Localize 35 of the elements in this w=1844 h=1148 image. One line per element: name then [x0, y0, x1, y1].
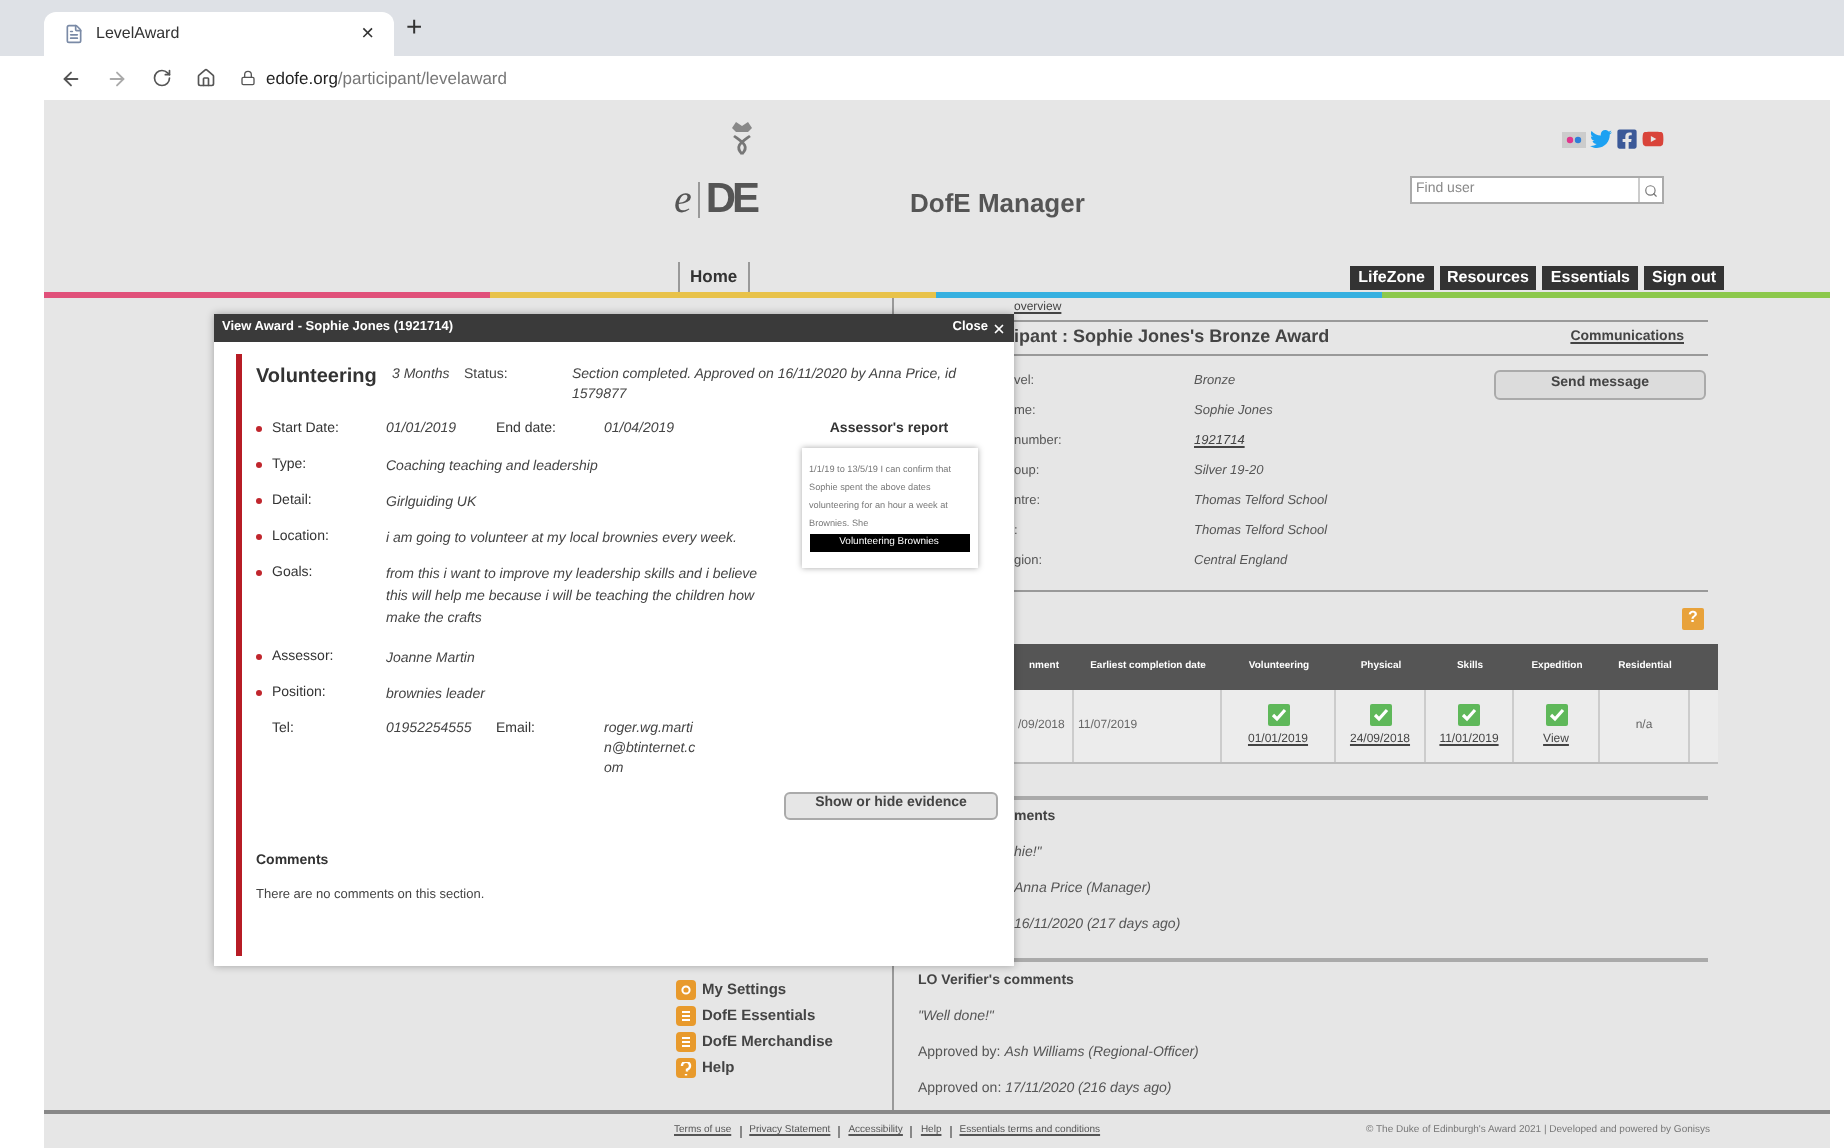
reload-icon[interactable] — [152, 68, 172, 88]
flickr-icon[interactable] — [1562, 131, 1586, 147]
required-mark-icon — [256, 569, 262, 575]
required-mark-icon — [256, 533, 262, 539]
help-icon — [676, 1058, 696, 1078]
new-tab-button[interactable]: + — [406, 6, 423, 48]
section-title: Volunteering — [256, 364, 379, 392]
nav-button[interactable]: Sign out — [1644, 266, 1724, 290]
facebook-icon[interactable] — [1616, 128, 1638, 150]
tab-title: LevelAward — [96, 22, 182, 46]
document-icon — [676, 1006, 696, 1026]
required-mark-icon — [256, 497, 262, 503]
close-tab-button[interactable]: × — [361, 17, 374, 51]
required-mark-icon — [256, 461, 262, 467]
crown-emblem-icon — [726, 120, 758, 160]
home-icon[interactable] — [196, 68, 216, 88]
close-icon[interactable] — [992, 321, 1006, 335]
back-icon[interactable] — [60, 67, 82, 89]
required-mark-icon — [256, 426, 262, 432]
nav-button[interactable]: Resources — [1439, 266, 1537, 290]
app-title: DofE Manager — [910, 186, 1087, 222]
settings-icon — [676, 980, 696, 1000]
youtube-icon[interactable] — [1642, 128, 1664, 150]
nav-button[interactable]: LifeZone — [1350, 266, 1433, 290]
required-mark-icon — [256, 689, 262, 695]
page-heading: ipant : Sophie Jones's Bronze Award — [1014, 324, 1330, 351]
address-field[interactable]: edofe.org/participant/levelaward — [240, 65, 507, 91]
required-mark-icon — [256, 653, 262, 659]
document-icon — [676, 1032, 696, 1052]
search-icon[interactable] — [1644, 183, 1658, 197]
browser-tab[interactable]: LevelAward × — [44, 12, 394, 56]
page-icon — [64, 24, 84, 44]
nav-button[interactable]: Essentials — [1542, 266, 1638, 290]
lock-icon — [240, 70, 256, 86]
logo: e DE — [674, 174, 757, 226]
